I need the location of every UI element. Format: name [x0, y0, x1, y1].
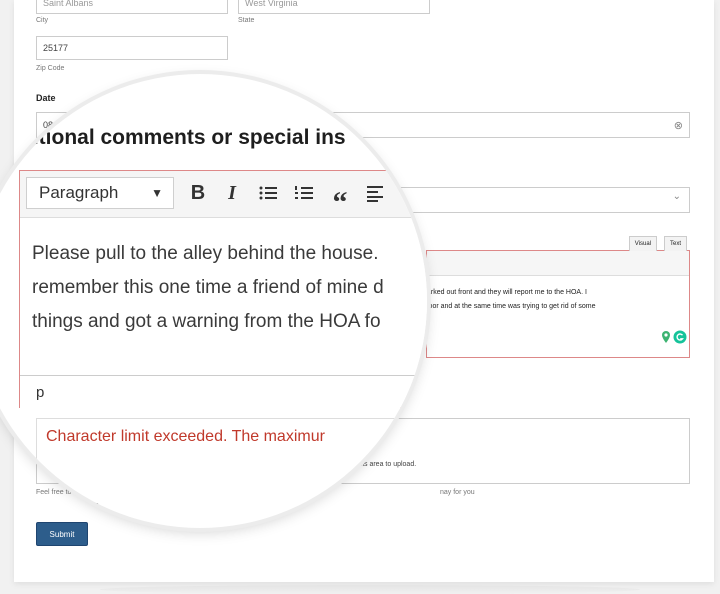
- editor-text-line: loor and at the same time was trying to …: [427, 303, 596, 310]
- zip-label: Zip Code: [36, 65, 65, 72]
- editor-path-bar: p: [20, 375, 427, 410]
- chevron-down-icon: ⌄: [672, 191, 681, 202]
- city-input[interactable]: Saint Albans: [36, 0, 228, 14]
- italic-icon[interactable]: I: [218, 179, 246, 207]
- grammarly-icon[interactable]: [673, 330, 687, 344]
- editor-toolbar-background: [427, 251, 689, 276]
- bold-icon[interactable]: B: [184, 179, 212, 207]
- align-left-icon[interactable]: [362, 179, 390, 207]
- card-shadow: [100, 585, 640, 594]
- bullet-list-icon[interactable]: [254, 179, 282, 207]
- upload-dropzone-zoomed: [36, 418, 427, 528]
- editor-text-line: arked out front and they will report me …: [427, 289, 587, 296]
- magnifier-lens: ditional comments or special ins Paragra…: [0, 74, 427, 528]
- upload-caption-right: nay for you: [440, 489, 475, 496]
- tab-text[interactable]: Text: [663, 236, 687, 251]
- path-label: p: [36, 384, 45, 401]
- state-label: State: [238, 17, 255, 24]
- zip-input[interactable]: 25177: [36, 36, 228, 60]
- numbered-list-icon[interactable]: [290, 179, 318, 207]
- zip-value: 25177: [43, 43, 69, 53]
- comments-editor[interactable]: Paragraph ▼ B I “ Please pull to the all…: [19, 170, 427, 410]
- state-value: West Virginia: [245, 0, 298, 8]
- editor-toolbar: Paragraph ▼ B I “: [20, 171, 427, 219]
- editor-text-line: things and got a warning from the HOA fo: [32, 311, 381, 332]
- caret-down-icon: ▼: [151, 186, 163, 200]
- editor-text-line: remember this one time a friend of mine …: [32, 277, 384, 298]
- tab-visual[interactable]: Visual: [628, 236, 657, 251]
- comments-editor-background: Visual Text arked out front and they wil…: [426, 236, 690, 358]
- city-label: City: [36, 17, 49, 24]
- editor-text-line: Please pull to the alley behind the hous…: [32, 243, 379, 264]
- state-input[interactable]: West Virginia: [238, 0, 430, 14]
- paragraph-format-select[interactable]: Paragraph ▼: [26, 177, 174, 209]
- blockquote-icon[interactable]: “: [326, 179, 354, 219]
- clear-date-icon[interactable]: ⊗: [674, 119, 683, 132]
- upload-caption-zoomed: Feel free to uploa: [29, 500, 100, 510]
- city-value: Saint Albans: [43, 0, 94, 8]
- paragraph-select-value: Paragraph: [39, 183, 119, 202]
- location-pin-icon: [662, 331, 670, 343]
- section-heading: ditional comments or special ins: [20, 126, 346, 149]
